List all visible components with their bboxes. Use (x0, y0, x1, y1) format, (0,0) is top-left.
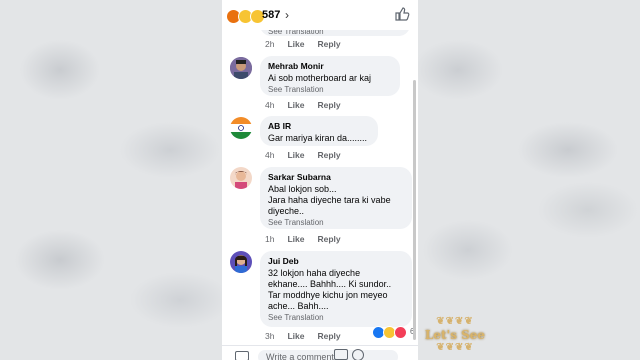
reaction-icons (226, 9, 265, 24)
avatar[interactable] (230, 167, 252, 189)
blurred-background-right (418, 0, 640, 360)
phone-screen: 587 › See Translation 2h Like Reply Mehr… (222, 0, 418, 360)
comment-bubble: Jui Deb 32 lokjon haha diyeche ekhane...… (260, 251, 412, 327)
like-button[interactable]: Like (287, 39, 304, 49)
comment-bubble: Sarkar Subarna Abal lokjon sob... Jara h… (260, 167, 412, 229)
scrollbar[interactable] (413, 80, 416, 340)
see-translation-link[interactable]: See Translation (268, 313, 404, 322)
gif-icon[interactable] (334, 349, 348, 360)
comment-text: Ai sob motherboard ar kaj (268, 73, 372, 83)
reaction-count[interactable]: 587 (262, 9, 280, 21)
like-button[interactable]: Like (287, 234, 304, 244)
like-button[interactable]: Like (287, 331, 304, 341)
reply-button[interactable]: Reply (317, 331, 340, 341)
comment-actions: 2h Like Reply (265, 39, 341, 49)
reactions-header[interactable]: 587 › (222, 0, 418, 30)
comment-text: Gar mariya kiran da........ (268, 133, 368, 143)
avatar[interactable] (230, 57, 252, 79)
comment-time: 4h (265, 150, 275, 160)
comment-time: 3h (265, 331, 275, 341)
comment-composer: Write a comment... (222, 345, 418, 360)
comment-time: 2h (265, 39, 275, 49)
emoji-icon[interactable] (352, 349, 364, 360)
see-translation-link[interactable]: See Translation (268, 218, 404, 227)
watermark-logo: ❦❦❦❦ Let's See ❦❦❦❦ (418, 316, 492, 358)
reply-button[interactable]: Reply (317, 150, 340, 160)
comment-reactions[interactable]: 6 (372, 326, 414, 339)
comment-actions: 4h Like Reply (265, 100, 341, 110)
comment-actions: 4h Like Reply (265, 150, 341, 160)
watermark-ornament-top: ❦❦❦❦ (436, 316, 474, 327)
reply-button[interactable]: Reply (317, 100, 340, 110)
love-react-icon (394, 326, 407, 339)
reply-button[interactable]: Reply (317, 39, 340, 49)
comment-time: 1h (265, 234, 275, 244)
avatar[interactable] (230, 251, 252, 273)
comment-text: Abal lokjon sob... Jara haha diyeche tar… (268, 184, 391, 216)
commenter-name[interactable]: Jui Deb (268, 256, 404, 266)
commenter-name[interactable]: AB IR (268, 121, 370, 131)
camera-icon[interactable] (235, 351, 249, 360)
thumbs-up-icon[interactable] (394, 6, 410, 22)
like-button[interactable]: Like (287, 150, 304, 160)
comment-text: 32 lokjon haha diyeche ekhane.... Bahhh.… (268, 268, 392, 311)
comment-actions: 3h Like Reply (265, 331, 341, 341)
commenter-name[interactable]: Mehrab Monir (268, 61, 392, 71)
avatar[interactable] (230, 117, 252, 139)
comment-time: 4h (265, 100, 275, 110)
like-button[interactable]: Like (287, 100, 304, 110)
reply-button[interactable]: Reply (317, 234, 340, 244)
commenter-name[interactable]: Sarkar Subarna (268, 172, 404, 182)
comment-actions: 1h Like Reply (265, 234, 341, 244)
comment-bubble: AB IR Gar mariya kiran da........ (260, 116, 378, 146)
see-translation-link[interactable]: See Translation (268, 85, 392, 94)
chevron-right-icon[interactable]: › (285, 8, 289, 22)
watermark-ornament-bottom: ❦❦❦❦ (436, 342, 474, 353)
comment-input-placeholder: Write a comment... (266, 352, 342, 360)
comment-bubble: Mehrab Monir Ai sob motherboard ar kaj S… (260, 56, 400, 96)
comment-input[interactable]: Write a comment... (258, 350, 398, 360)
blurred-background-left (0, 0, 222, 360)
